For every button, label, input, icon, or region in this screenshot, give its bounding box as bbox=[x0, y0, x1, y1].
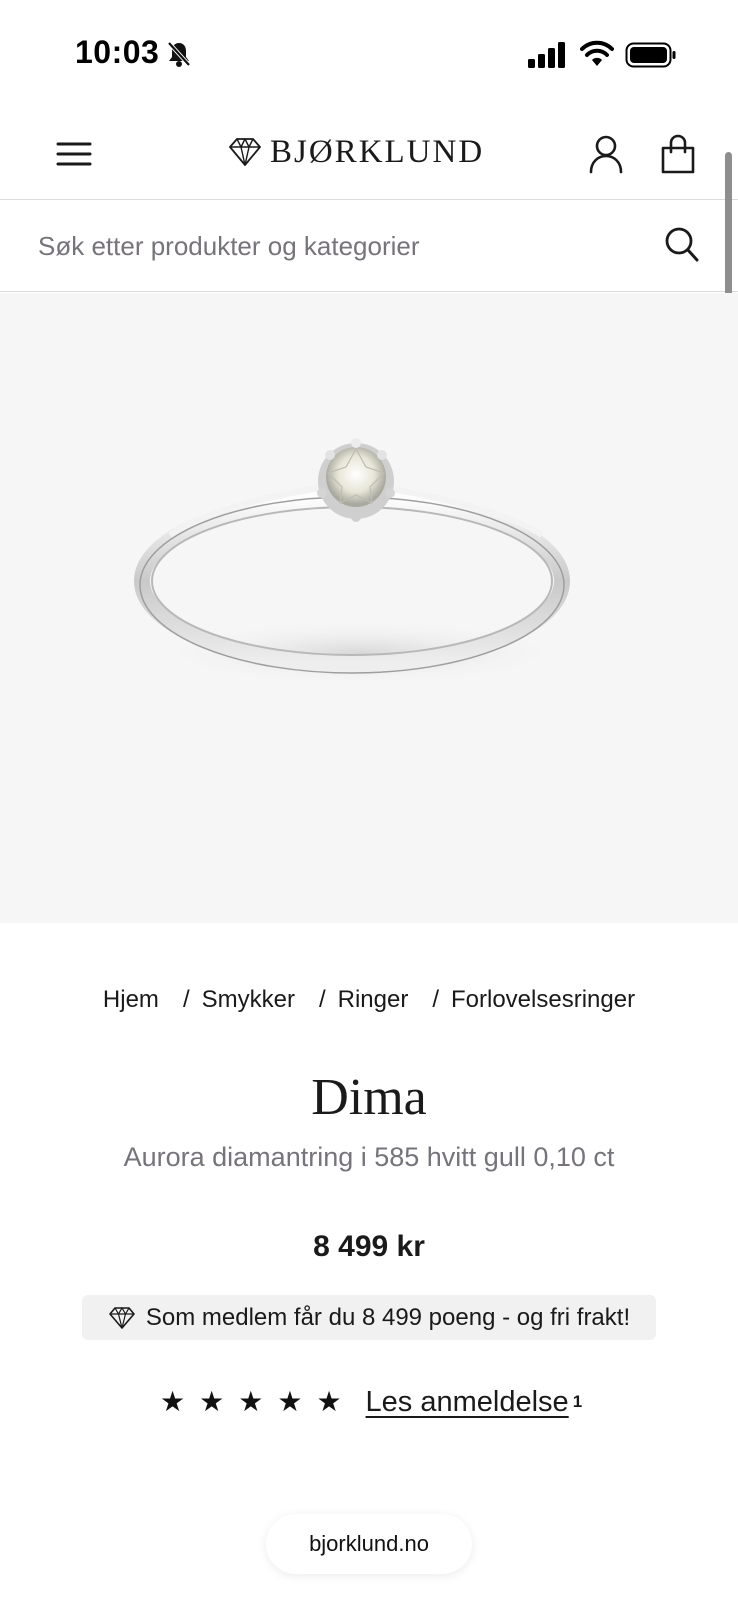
member-points-banner: Som medlem får du 8 499 poeng - og fri f… bbox=[82, 1295, 656, 1340]
product-price: 8 499 kr bbox=[313, 1230, 425, 1263]
user-icon[interactable] bbox=[588, 134, 624, 174]
breadcrumb-item-smykker[interactable]: Smykker bbox=[202, 986, 295, 1014]
battery-icon bbox=[625, 42, 676, 68]
product-image-area[interactable] bbox=[0, 293, 738, 923]
star-icon: ★ bbox=[199, 1386, 225, 1417]
search-icon[interactable] bbox=[664, 226, 700, 264]
search-input[interactable] bbox=[36, 223, 636, 269]
diamond-icon bbox=[109, 1306, 135, 1329]
star-icon: ★ bbox=[238, 1386, 264, 1417]
product-rating: ★ ★ ★ ★ ★ Les anmeldelse 1 bbox=[160, 1380, 582, 1424]
breadcrumb-item-ringer[interactable]: Ringer bbox=[338, 986, 409, 1014]
breadcrumb-separator: / bbox=[432, 986, 439, 1013]
star-icon: ★ bbox=[160, 1386, 186, 1417]
diamond-icon bbox=[229, 138, 261, 166]
breadcrumb-item-hjem[interactable]: Hjem bbox=[103, 986, 159, 1014]
breadcrumb-item-forlovelsesringer[interactable]: Forlovelsesringer bbox=[451, 986, 635, 1014]
star-icon: ★ bbox=[316, 1386, 342, 1417]
read-reviews-label: Les anmeldelse bbox=[365, 1385, 569, 1418]
hamburger-menu-icon[interactable] bbox=[56, 140, 92, 168]
member-points-text: Som medlem får du 8 499 poeng - og fri f… bbox=[145, 1303, 631, 1331]
site-header: BJØRKLUND bbox=[0, 100, 738, 200]
wifi-icon bbox=[580, 40, 614, 66]
browser-url-text: bjorklund.no bbox=[309, 1531, 429, 1556]
cellular-signal-icon bbox=[528, 42, 565, 68]
reviews-count: 1 bbox=[572, 1392, 583, 1411]
status-bar: 10:03 bbox=[0, 0, 738, 100]
star-icon: ★ bbox=[277, 1386, 303, 1417]
read-reviews-link[interactable]: Les anmeldelse bbox=[366, 1386, 569, 1419]
breadcrumb-separator: / bbox=[182, 986, 190, 1013]
product-title: Dima bbox=[311, 1069, 427, 1126]
rating-stars: ★ ★ ★ ★ ★ bbox=[160, 1388, 356, 1416]
search-bar bbox=[0, 201, 738, 292]
product-description: Aurora diamantring i 585 hvitt gull 0,10… bbox=[123, 1142, 615, 1172]
browser-url-bar[interactable]: bjorklund.no bbox=[266, 1514, 472, 1574]
brand-logo-text: BJØRKLUND bbox=[270, 133, 485, 170]
bell-slash-icon bbox=[167, 41, 191, 67]
shopping-bag-icon[interactable] bbox=[660, 134, 696, 174]
breadcrumb: Hjem / Smykker / Ringer / Forlovelsesrin… bbox=[0, 982, 738, 1018]
brand-logo[interactable]: BJØRKLUND bbox=[228, 132, 484, 172]
status-time: 10:03 bbox=[75, 34, 160, 70]
product-ring-image bbox=[134, 438, 570, 687]
breadcrumb-separator: / bbox=[318, 986, 326, 1013]
